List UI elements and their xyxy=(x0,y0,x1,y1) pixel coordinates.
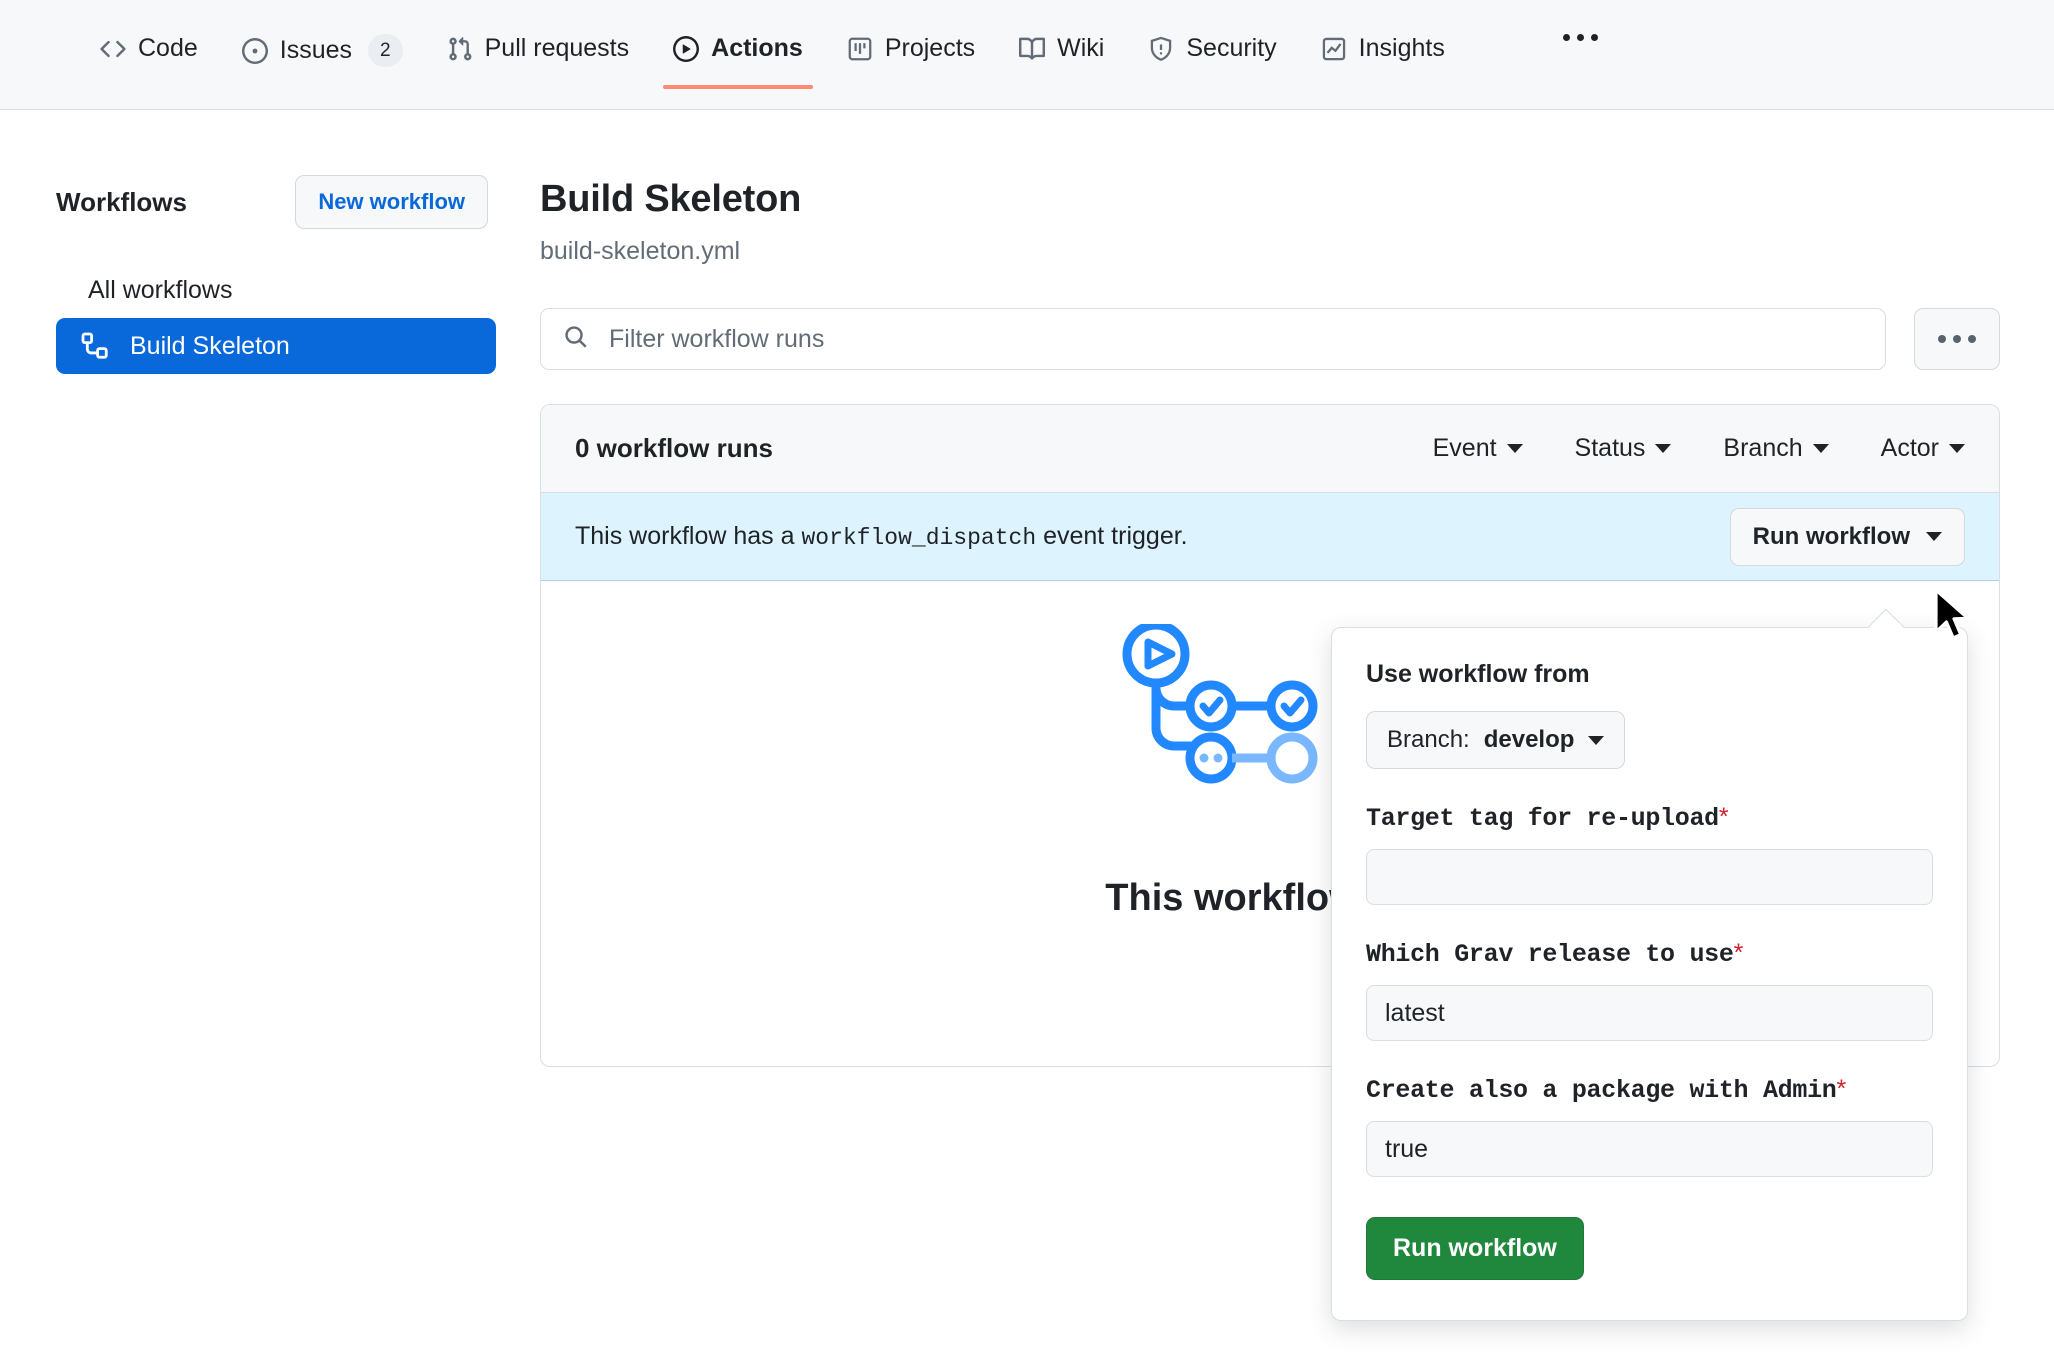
search-icon xyxy=(563,324,589,355)
required-marker: * xyxy=(1836,1075,1846,1103)
field-label-text: Which Grav release to use xyxy=(1366,940,1734,969)
required-marker: * xyxy=(1718,803,1729,831)
branch-select-button[interactable]: Branch: develop xyxy=(1366,711,1626,769)
workflow-file-name: build-skeleton.yml xyxy=(540,237,741,265)
chevron-down-icon xyxy=(1588,735,1605,745)
run-workflow-button-label: Run workflow xyxy=(1752,522,1910,550)
field-label-admin-package: Create also a package with Admin* xyxy=(1366,1075,1933,1105)
workflow-runs-filters: Event Status Branch Actor xyxy=(1433,434,1965,463)
filter-workflow-runs-input[interactable]: Filter workflow runs xyxy=(540,308,1886,370)
submit-run-workflow-button[interactable]: Run workflow xyxy=(1366,1217,1584,1280)
filter-event[interactable]: Event xyxy=(1433,434,1523,463)
dispatch-prefix: This workflow has a xyxy=(575,522,795,550)
chevron-down-icon xyxy=(1812,444,1829,453)
filter-branch[interactable]: Branch xyxy=(1723,434,1829,463)
workflow-dispatch-message: This workflow has a workflow_dispatch ev… xyxy=(575,522,1188,551)
filter-actor-label: Actor xyxy=(1880,434,1939,462)
sidebar-header: Workflows New workflow xyxy=(56,175,496,229)
workflow-dispatch-banner: This workflow has a workflow_dispatch ev… xyxy=(541,493,1999,581)
nav-tab-issues[interactable]: Issues 2 xyxy=(220,22,425,93)
dispatch-event-code: workflow_dispatch xyxy=(801,525,1037,551)
chevron-down-icon xyxy=(1926,532,1942,541)
filter-status[interactable]: Status xyxy=(1575,434,1672,463)
nav-tab-label: Issues xyxy=(279,36,353,64)
field-label-grav-release: Which Grav release to use* xyxy=(1366,939,1933,969)
run-workflow-dispatch-panel: Use workflow from Branch: develop Target… xyxy=(1331,608,1968,1321)
branch-select-value: develop xyxy=(1483,726,1575,753)
filter-actor[interactable]: Actor xyxy=(1881,434,1965,463)
filter-event-label: Event xyxy=(1432,434,1497,462)
branch-select-prefix: Branch: xyxy=(1387,726,1470,753)
sidebar-item-all-workflows[interactable]: All workflows xyxy=(56,263,496,318)
sidebar-item-label: Build Skeleton xyxy=(130,331,290,360)
input-grav-release[interactable]: latest xyxy=(1366,985,1933,1041)
chevron-down-icon xyxy=(1949,444,1965,453)
chevron-down-icon xyxy=(1506,444,1523,453)
sidebar-item-label: All workflows xyxy=(88,276,233,304)
git-pull-request-icon xyxy=(447,36,473,62)
new-workflow-button[interactable]: New workflow xyxy=(295,175,488,229)
sidebar-list: All workflows Build Skeleton xyxy=(56,263,496,374)
workflow-runs-count: 0 workflow runs xyxy=(575,433,773,463)
field-label-target-tag: Target tag for re-upload* xyxy=(1366,803,1933,833)
use-workflow-from-label: Use workflow from xyxy=(1366,660,1590,688)
issue-opened-icon xyxy=(241,37,268,64)
field-label-text: Target tag for re-upload xyxy=(1366,804,1719,833)
run-workflow-dropdown-button[interactable]: Run workflow xyxy=(1729,507,1965,566)
workflows-sidebar: Workflows New workflow All workflows Bui… xyxy=(56,175,496,374)
filter-placeholder-text: Filter workflow runs xyxy=(609,324,825,353)
chevron-down-icon xyxy=(1655,444,1672,453)
input-target-tag[interactable] xyxy=(1366,849,1933,905)
field-label-text: Create also a package with Admin xyxy=(1366,1076,1837,1105)
filter-status-label: Status xyxy=(1574,434,1646,462)
nav-tab-label: Code xyxy=(138,34,198,62)
issues-count-badge: 2 xyxy=(368,34,403,67)
sidebar-title: Workflows xyxy=(56,186,187,217)
input-admin-package[interactable]: true xyxy=(1366,1121,1933,1177)
dispatch-suffix: event trigger. xyxy=(1043,522,1188,550)
page-title: Build Skeleton xyxy=(540,178,802,220)
runs-kebab-button[interactable] xyxy=(1914,308,2000,370)
nav-tab-code[interactable]: Code xyxy=(78,22,220,89)
sidebar-item-build-skeleton[interactable]: Build Skeleton xyxy=(56,318,496,374)
workflow-runs-header: 0 workflow runs Event Status Branch Acto… xyxy=(541,405,1999,493)
filter-row: Filter workflow runs xyxy=(540,308,2000,370)
code-icon xyxy=(100,36,126,62)
workflow-icon xyxy=(80,331,110,361)
filter-branch-label: Branch xyxy=(1723,434,1803,462)
required-marker: * xyxy=(1733,939,1744,967)
